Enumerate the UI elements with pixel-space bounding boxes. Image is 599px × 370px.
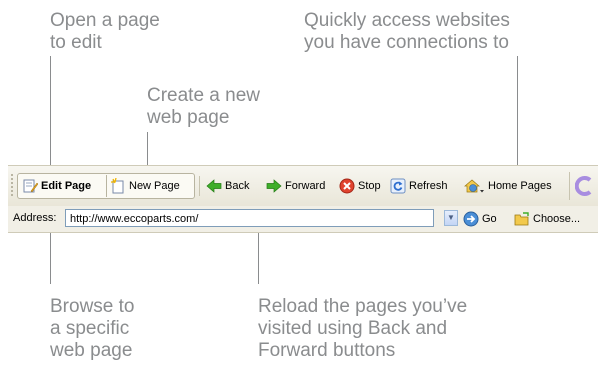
callout-open-page: Open a page to edit [50,10,160,53]
go-label: Go [482,213,497,225]
back-arrow-icon [206,178,222,194]
toolbar-separator [199,176,200,196]
refresh-icon [390,178,406,194]
go-button[interactable]: Go [463,208,497,230]
logo-icon [574,176,591,196]
forward-button[interactable]: Forward [266,175,325,197]
go-arrow-icon [463,211,479,227]
choose-label: Choose... [533,213,581,225]
new-page-label: New Page [129,180,180,192]
stop-label: Stop [358,180,381,192]
refresh-label: Refresh [409,180,448,192]
refresh-button[interactable]: Refresh [390,175,448,197]
edit-page-label: Edit Page [41,180,92,192]
edit-page-icon [22,178,39,194]
stop-button[interactable]: Stop [339,175,381,197]
new-page-icon [110,177,126,194]
back-label: Back [225,180,250,192]
toolbar-grip[interactable] [11,174,13,198]
home-pages-label: Home Pages [488,180,552,192]
address-dropdown-button[interactable]: ▼ [444,210,458,226]
edit-group-divider [106,175,107,197]
forward-arrow-icon [266,178,282,194]
address-input[interactable]: http://www.eccoparts.com/ [65,209,434,227]
callout-browse: Browse to a specific web page [50,296,135,361]
forward-label: Forward [285,180,326,192]
folder-icon [514,211,530,227]
callout-quick-access: Quickly access websites you have connect… [304,10,510,53]
stop-icon [339,178,355,194]
home-pages-icon [463,178,485,194]
chevron-down-icon: ▼ [447,213,455,222]
browser-toolbar: Edit Page New Page Back Forward Stop Ref… [8,165,598,207]
callout-new-page: Create a new web page [147,85,261,128]
home-pages-button[interactable]: Home Pages [463,175,552,197]
edit-page-button[interactable]: Edit Page [22,175,91,197]
throbber-logo [569,172,597,200]
new-page-button[interactable]: New Page [110,175,180,197]
choose-button[interactable]: Choose... [514,208,580,230]
address-bar: Address: http://www.eccoparts.com/ ▼ Go … [8,206,598,233]
leader-browse [50,226,51,284]
back-button[interactable]: Back [206,175,249,197]
leader-open-page [50,56,51,174]
address-label: Address: [13,212,57,224]
callout-reload: Reload the pages you’ve visited using Ba… [258,296,468,361]
